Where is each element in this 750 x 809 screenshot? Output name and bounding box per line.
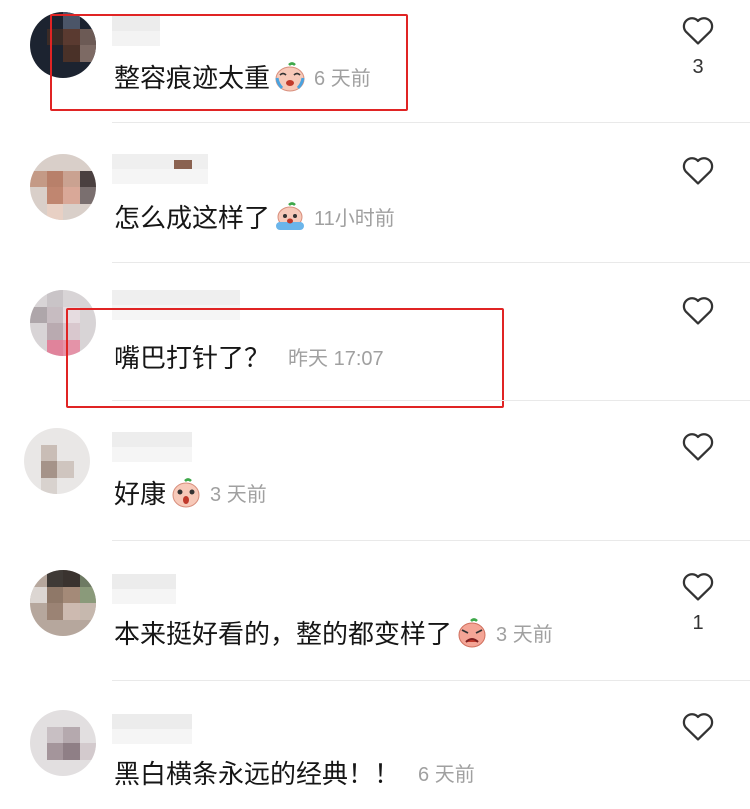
comment-text-row: 本来挺好看的，整的都变样了 3 天前 bbox=[114, 614, 553, 651]
divider bbox=[112, 400, 750, 401]
comment-item[interactable]: 好康 3 天前 bbox=[0, 400, 750, 540]
like-button[interactable] bbox=[680, 154, 716, 196]
username-redacted[interactable] bbox=[112, 154, 232, 184]
comment-text-row: 好康 3 天前 bbox=[114, 474, 267, 511]
comment-time: 11小时前 bbox=[314, 208, 395, 230]
divider bbox=[112, 262, 750, 263]
like-button[interactable]: 1 bbox=[680, 570, 716, 635]
like-button[interactable] bbox=[680, 710, 716, 752]
username-redacted[interactable] bbox=[112, 432, 232, 462]
avatar[interactable] bbox=[24, 428, 90, 494]
like-button[interactable] bbox=[680, 430, 716, 472]
comment-text: 好康 bbox=[114, 480, 167, 510]
shocked-emoji-icon bbox=[170, 477, 202, 508]
avatar[interactable] bbox=[30, 710, 96, 776]
comment-time: 3 天前 bbox=[210, 484, 267, 506]
avatar[interactable] bbox=[30, 570, 96, 636]
username-redacted[interactable] bbox=[112, 574, 232, 604]
sobbing-emoji-icon bbox=[274, 201, 306, 232]
like-count: 1 bbox=[692, 612, 704, 634]
avatar[interactable] bbox=[30, 154, 96, 220]
comment-text-row: 黑白横条永远的经典！！ 6 天前 bbox=[114, 754, 475, 791]
comment-item[interactable]: 本来挺好看的，整的都变样了 3 天前 1 bbox=[0, 540, 750, 680]
like-count: 3 bbox=[692, 56, 704, 78]
divider bbox=[112, 680, 750, 681]
comment-text: 本来挺好看的，整的都变样了 bbox=[114, 620, 453, 650]
heart-outline-icon bbox=[682, 573, 714, 601]
like-button[interactable]: 3 bbox=[680, 14, 716, 79]
divider bbox=[112, 122, 750, 123]
like-button[interactable] bbox=[680, 294, 716, 336]
comment-time: 3 天前 bbox=[496, 624, 553, 646]
comment-time: 6 天前 bbox=[418, 764, 475, 786]
comment-text: 黑白横条永远的经典！！ bbox=[114, 760, 401, 790]
heart-outline-icon bbox=[682, 17, 714, 45]
heart-outline-icon bbox=[682, 713, 714, 741]
grumpy-emoji-icon bbox=[456, 617, 488, 648]
heart-outline-icon bbox=[682, 157, 714, 185]
comment-text: 怎么成这样了 bbox=[114, 204, 271, 234]
heart-outline-icon bbox=[682, 297, 714, 325]
username-redacted[interactable] bbox=[112, 714, 232, 744]
comment-item[interactable]: 怎么成这样了 11小时前 bbox=[0, 122, 750, 262]
comment-item[interactable]: 黑白横条永远的经典！！ 6 天前 bbox=[0, 680, 750, 809]
divider bbox=[112, 540, 750, 541]
highlight-box bbox=[66, 308, 504, 408]
comment-text-row: 怎么成这样了 11小时前 bbox=[114, 198, 395, 235]
highlight-box bbox=[50, 14, 408, 111]
heart-outline-icon bbox=[682, 433, 714, 461]
